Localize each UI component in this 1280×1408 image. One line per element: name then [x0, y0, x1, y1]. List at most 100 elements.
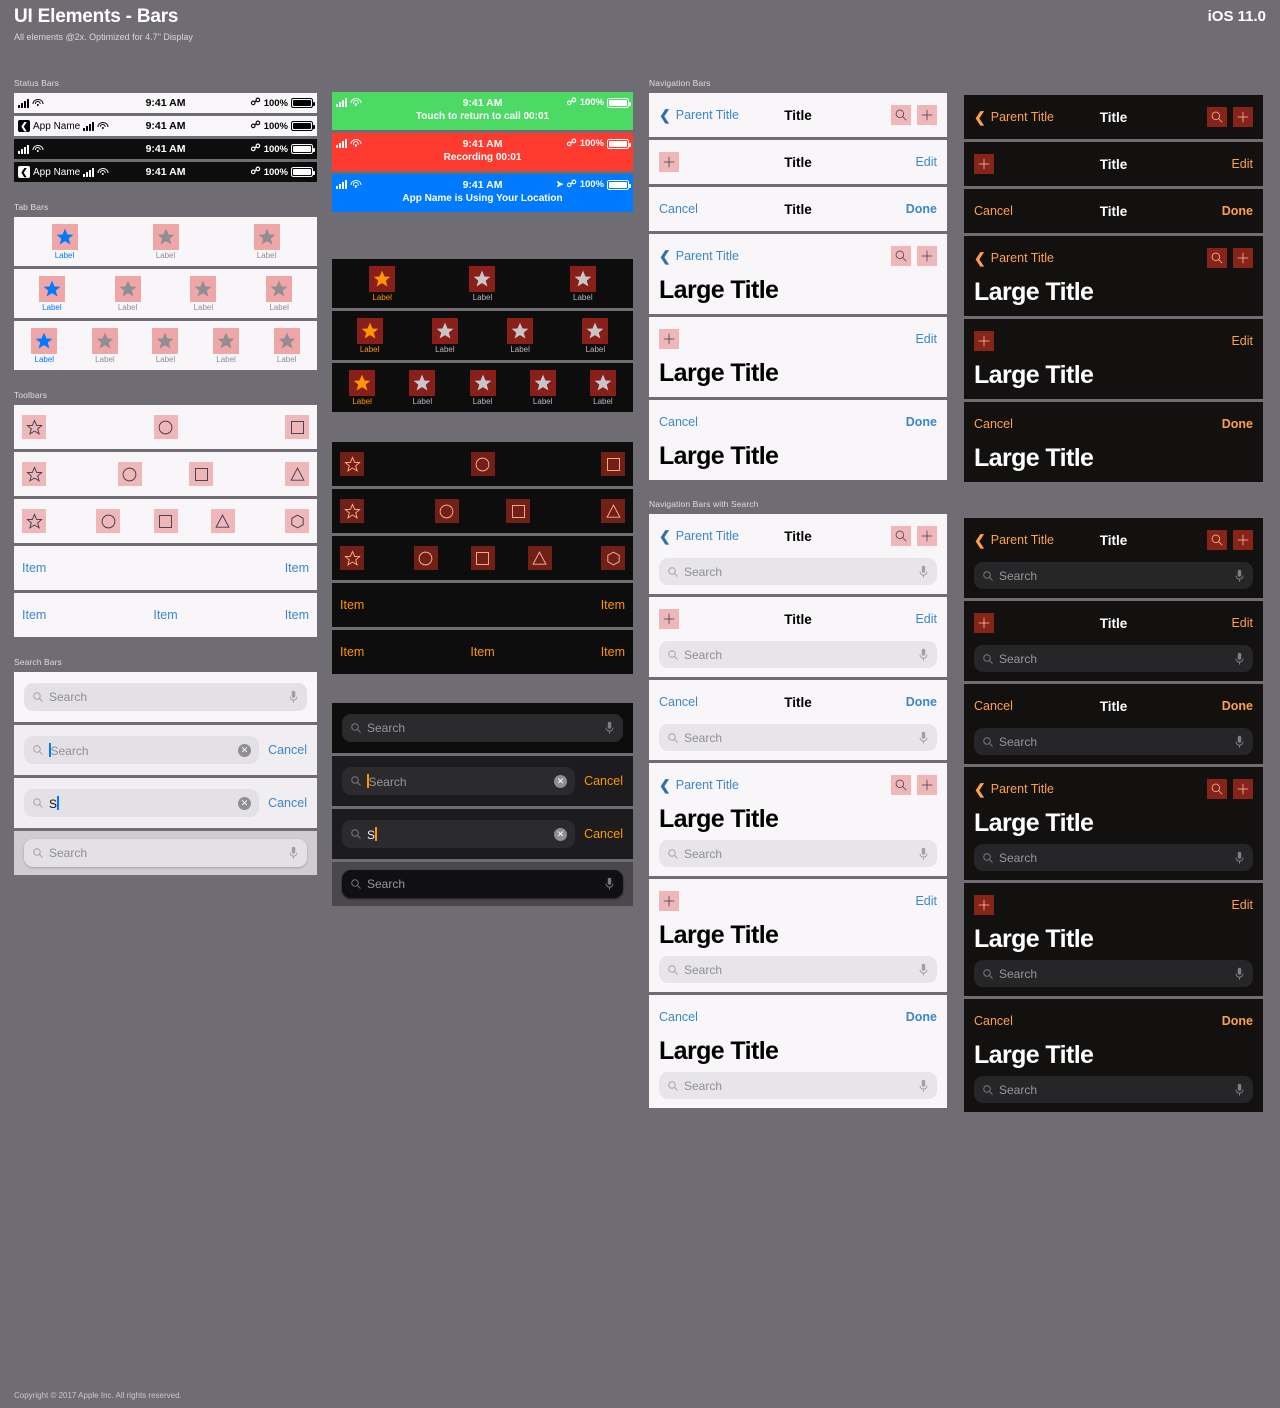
add-icon[interactable] [974, 154, 994, 174]
edit-button[interactable]: Edit [1231, 898, 1253, 912]
done-button[interactable]: Done [1222, 1014, 1253, 1028]
toolbar-item-button[interactable]: Item [22, 608, 46, 622]
tab-item[interactable]: Label [14, 269, 90, 318]
edit-button[interactable]: Edit [1231, 616, 1253, 630]
status-bar-location[interactable]: 9:41 AM ➤ ☍ 100% App Name is Using Your … [332, 174, 633, 212]
search-cancel-button[interactable]: Cancel [584, 774, 623, 788]
search-input[interactable]: Search [659, 1072, 937, 1099]
star-icon[interactable] [340, 499, 364, 523]
star-icon[interactable] [22, 462, 46, 486]
search-input[interactable]: Search [342, 870, 623, 898]
tab-item[interactable]: Label [332, 311, 407, 360]
tab-item[interactable]: Label [533, 259, 633, 308]
nav-back-button[interactable]: ❮ Parent Title [974, 251, 1054, 265]
tab-item[interactable]: Label [14, 321, 75, 370]
search-input[interactable]: Search [974, 562, 1253, 589]
search-input[interactable]: Search [342, 714, 623, 742]
tab-item[interactable]: Label [407, 311, 482, 360]
toolbar-item-button[interactable]: Item [340, 645, 364, 659]
search-input[interactable]: Search [659, 558, 937, 585]
toolbar-item-button[interactable]: Item [285, 561, 309, 575]
cancel-button[interactable]: Cancel [974, 417, 1013, 431]
nav-back-button[interactable]: ❮ Parent Title [659, 529, 739, 543]
search-icon[interactable] [1207, 779, 1227, 799]
search-icon[interactable] [891, 526, 911, 546]
clear-icon[interactable]: ✕ [554, 827, 568, 841]
search-input[interactable]: Search [659, 956, 937, 983]
microphone-icon[interactable] [918, 731, 929, 745]
square-icon[interactable] [189, 462, 214, 486]
edit-button[interactable]: Edit [1231, 334, 1253, 348]
add-icon[interactable] [1233, 107, 1253, 127]
microphone-icon[interactable] [1234, 851, 1245, 865]
edit-button[interactable]: Edit [915, 332, 937, 346]
circle-icon[interactable] [117, 462, 142, 486]
search-input[interactable]: Search [24, 839, 307, 867]
cancel-button[interactable]: Cancel [974, 699, 1013, 713]
toolbar-item-button[interactable]: Item [340, 598, 364, 612]
nav-back-button[interactable]: ❮ Parent Title [974, 110, 1054, 124]
microphone-icon[interactable] [1234, 1083, 1245, 1097]
microphone-icon[interactable] [288, 846, 299, 860]
search-icon[interactable] [891, 775, 911, 795]
search-cancel-button[interactable]: Cancel [268, 796, 307, 810]
edit-button[interactable]: Edit [915, 612, 937, 626]
search-input[interactable]: Search [974, 1076, 1253, 1103]
toolbar-item-button[interactable]: Item [601, 645, 625, 659]
cancel-button[interactable]: Cancel [974, 204, 1013, 218]
search-input[interactable]: Search ✕ [342, 767, 576, 795]
tab-item[interactable]: Label [241, 269, 317, 318]
add-icon[interactable] [917, 105, 937, 125]
search-icon[interactable] [1207, 107, 1227, 127]
toolbar-item-button[interactable]: Item [470, 645, 494, 659]
cancel-button[interactable]: Cancel [659, 415, 698, 429]
search-input[interactable]: Search [24, 683, 307, 711]
microphone-icon[interactable] [288, 690, 299, 704]
add-icon[interactable] [917, 775, 937, 795]
cancel-button[interactable]: Cancel [659, 202, 698, 216]
tab-item[interactable]: Label [115, 217, 216, 266]
tab-item[interactable]: Label [256, 321, 317, 370]
search-icon[interactable] [1207, 248, 1227, 268]
done-button[interactable]: Done [1222, 699, 1253, 713]
edit-button[interactable]: Edit [915, 894, 937, 908]
cancel-button[interactable]: Cancel [659, 695, 698, 709]
toolbar-item-button[interactable]: Item [22, 561, 46, 575]
tab-item[interactable]: Label [332, 363, 392, 412]
search-icon[interactable] [891, 105, 911, 125]
tab-item[interactable]: Label [558, 311, 633, 360]
star-icon[interactable] [340, 546, 364, 570]
circle-icon[interactable] [470, 452, 495, 476]
square-icon[interactable] [506, 499, 531, 523]
tab-item[interactable]: Label [135, 321, 196, 370]
edit-button[interactable]: Edit [1231, 157, 1253, 171]
search-input[interactable]: Search [974, 728, 1253, 755]
add-icon[interactable] [1233, 530, 1253, 550]
status-app-name[interactable]: App Name [33, 121, 80, 132]
done-button[interactable]: Done [906, 695, 937, 709]
tab-item[interactable]: Label [75, 321, 136, 370]
triangle-icon[interactable] [210, 509, 235, 533]
tab-item[interactable]: Label [332, 259, 432, 308]
back-chevron-icon[interactable]: ❮ [18, 166, 30, 178]
square-icon[interactable] [601, 452, 625, 476]
add-icon[interactable] [917, 526, 937, 546]
search-input[interactable]: Search [659, 840, 937, 867]
star-icon[interactable] [22, 415, 46, 439]
microphone-icon[interactable] [604, 721, 615, 735]
add-icon[interactable] [1233, 779, 1253, 799]
nav-back-button[interactable]: ❮ Parent Title [659, 778, 739, 792]
tab-item[interactable]: Label [14, 217, 115, 266]
search-input[interactable]: S ✕ [24, 789, 260, 817]
microphone-icon[interactable] [1234, 652, 1245, 666]
add-icon[interactable] [974, 331, 994, 351]
add-icon[interactable] [659, 891, 679, 911]
search-input[interactable]: Search [974, 960, 1253, 987]
nav-back-button[interactable]: ❮ Parent Title [974, 782, 1054, 796]
done-button[interactable]: Done [906, 202, 937, 216]
done-button[interactable]: Done [1222, 204, 1253, 218]
circle-icon[interactable] [413, 546, 438, 570]
search-icon[interactable] [1207, 530, 1227, 550]
add-icon[interactable] [659, 329, 679, 349]
microphone-icon[interactable] [918, 847, 929, 861]
